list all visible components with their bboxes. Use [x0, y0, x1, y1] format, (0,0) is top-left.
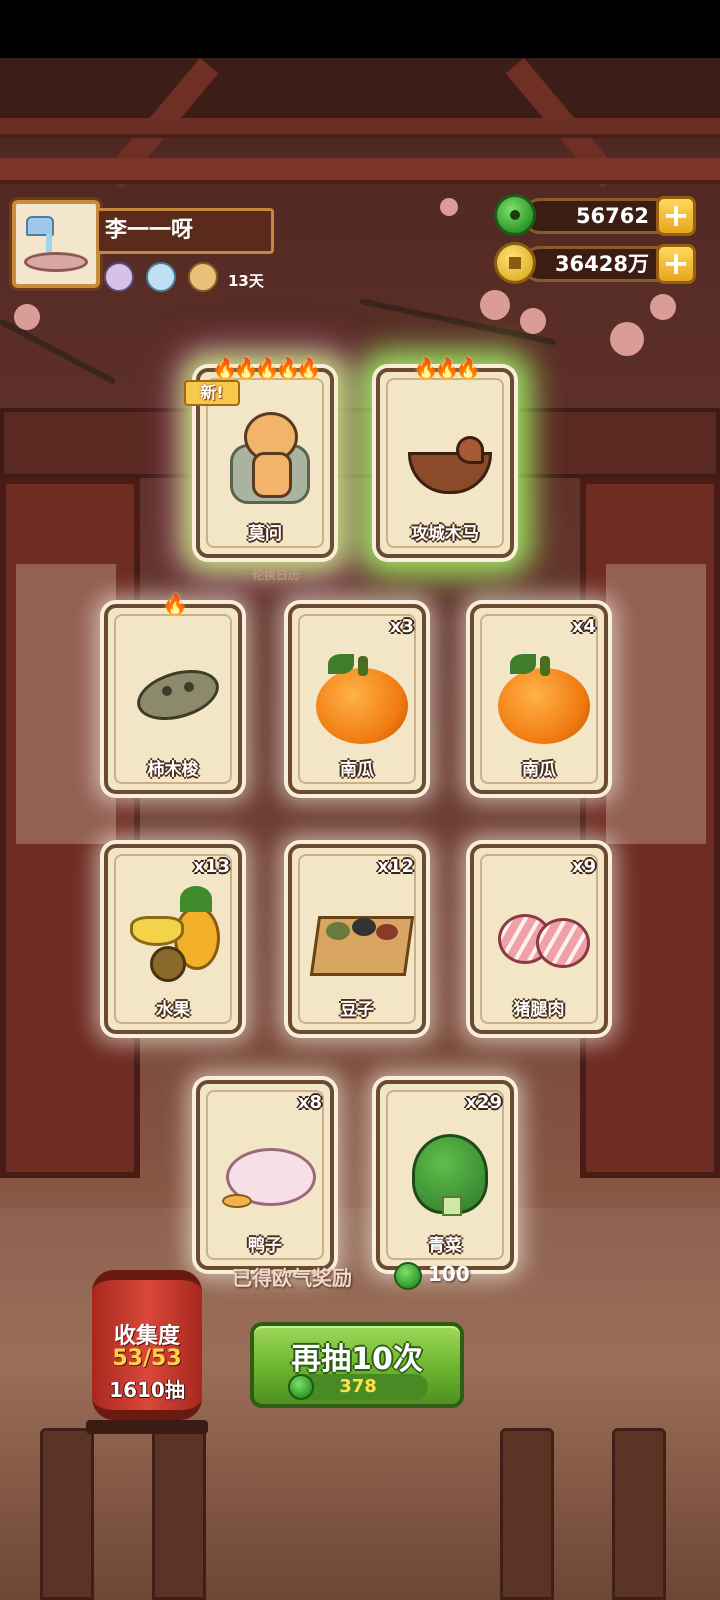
- card-count: x29: [465, 1092, 502, 1113]
- coin-icon: [494, 242, 536, 284]
- card[interactable]: x29 青菜: [376, 1080, 514, 1270]
- blossom: [480, 290, 510, 320]
- card[interactable]: x9 猪腿肉: [470, 844, 608, 1034]
- pumpkin-icon: [304, 636, 418, 756]
- card[interactable]: x12 豆子: [288, 844, 426, 1034]
- card-count: x8: [297, 1092, 322, 1113]
- bok-choy-icon: [392, 1112, 506, 1232]
- tiger-icon: [212, 400, 326, 520]
- card-count: x12: [377, 856, 414, 877]
- beans-box-icon: [304, 876, 418, 996]
- card-count: x3: [389, 616, 414, 637]
- card-label: 攻城木马: [411, 524, 479, 544]
- blossom: [650, 294, 676, 320]
- card[interactable]: x4 南瓜: [470, 604, 608, 794]
- card-label: 鸭子: [248, 1236, 282, 1256]
- collection-lantern[interactable]: 收集度 53/53 1610抽: [92, 1270, 202, 1420]
- card-label: 水果: [156, 1000, 190, 1020]
- blossom: [610, 322, 644, 356]
- draw-again-button[interactable]: 再抽10次 378: [250, 1322, 464, 1408]
- featured-card[interactable]: 🔥🔥🔥🔥🔥 新! 莫问: [184, 356, 334, 558]
- card[interactable]: x3 南瓜: [288, 604, 426, 794]
- blossom: [440, 198, 458, 216]
- status-bar: [0, 0, 720, 58]
- pork-leg-icon: [486, 876, 600, 996]
- right-door: [580, 478, 720, 1178]
- avatar[interactable]: [12, 200, 100, 288]
- left-door: [0, 478, 140, 1178]
- card-label: 莫问: [248, 524, 282, 544]
- card-count: x13: [193, 856, 230, 877]
- card-label: 豆子: [340, 1000, 374, 1020]
- card-label: 南瓜: [340, 760, 374, 780]
- fruit-icon: [120, 876, 234, 996]
- luck-reward-label: 已得欧气奖励: [232, 1266, 352, 1290]
- lantern-stand: [86, 1420, 208, 1434]
- character-icon[interactable]: [104, 262, 134, 292]
- blossom: [520, 308, 546, 334]
- wall-panel: [0, 408, 720, 478]
- player-name: 李一一呀: [96, 208, 274, 254]
- blossom: [14, 304, 40, 330]
- card-label: 青菜: [428, 1236, 462, 1256]
- branch: [0, 318, 117, 385]
- add-jade-button[interactable]: +: [656, 196, 696, 236]
- jade-icon: [494, 194, 536, 236]
- roof-beam: [0, 118, 720, 138]
- card-count: x9: [571, 856, 596, 877]
- flame-rating: 🔥🔥🔥: [413, 356, 481, 380]
- featured-card[interactable]: 🔥🔥🔥 攻城木马: [376, 356, 514, 558]
- shuttle-icon: [120, 636, 234, 756]
- luck-reward-amount: 100: [428, 1262, 470, 1286]
- draw-again-label: 再抽10次: [291, 1342, 423, 1377]
- fence-post: [612, 1428, 666, 1600]
- water-stream: [46, 234, 52, 254]
- fence-post: [40, 1428, 94, 1600]
- pumpkin-icon: [486, 636, 600, 756]
- bathtub-icon: [24, 252, 88, 272]
- card[interactable]: x13 水果: [104, 844, 242, 1034]
- jade-icon: [288, 1374, 314, 1400]
- flame-rating: 🔥🔥🔥🔥🔥: [212, 356, 322, 380]
- card[interactable]: x8 鸭子: [196, 1080, 334, 1270]
- duck-icon: [212, 1112, 326, 1232]
- jade-icon: [394, 1262, 422, 1290]
- card-label: 柿木梭: [147, 760, 199, 780]
- bowl-icon[interactable]: [146, 262, 176, 292]
- card-label: 南瓜: [522, 760, 556, 780]
- card-label: 猪腿肉: [513, 1000, 565, 1020]
- key-icon[interactable]: [188, 262, 218, 292]
- roof-beam: [0, 158, 720, 184]
- rotation-calendar-caption: 轮换日历: [251, 568, 300, 582]
- faucet-icon: [26, 216, 54, 236]
- collection-progress: 53/53: [112, 1346, 182, 1371]
- card-count: x4: [571, 616, 596, 637]
- card[interactable]: 🔥 柿木梭: [104, 592, 242, 794]
- siege-horse-icon: [392, 400, 506, 520]
- fence-post: [152, 1428, 206, 1600]
- add-coins-button[interactable]: +: [656, 244, 696, 284]
- fence-post: [500, 1428, 554, 1600]
- flame-rating: 🔥: [162, 592, 188, 616]
- total-draws: 1610抽: [109, 1378, 185, 1402]
- days-counter: 13天: [228, 272, 264, 290]
